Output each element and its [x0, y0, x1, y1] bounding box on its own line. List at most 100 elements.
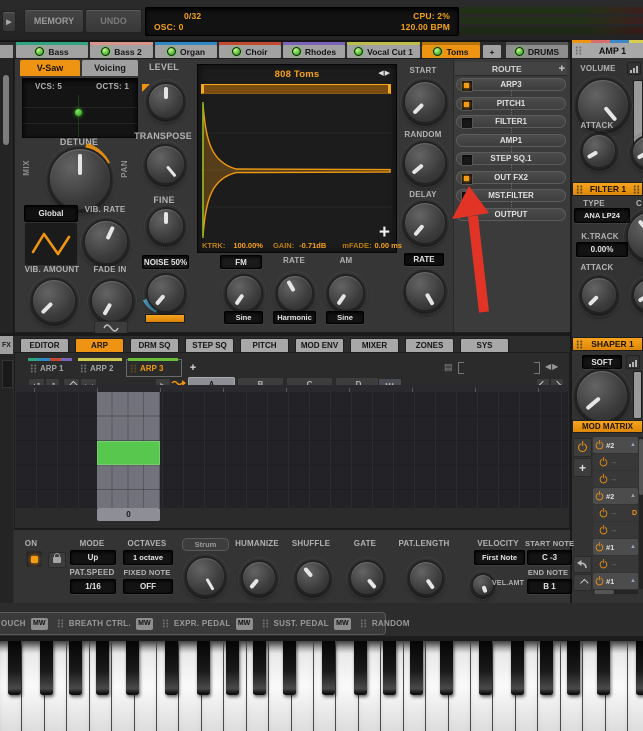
meter-mode-icon[interactable]: [626, 355, 640, 369]
black-key[interactable]: [126, 641, 140, 695]
left-scrollbar[interactable]: [3, 75, 9, 145]
voicing-xy-pad[interactable]: VCS: 5 OCTS: 1: [22, 78, 138, 138]
level-knob[interactable]: [144, 79, 188, 123]
black-key[interactable]: [96, 641, 110, 695]
start-note-select[interactable]: C -3: [527, 550, 572, 565]
matrix-slot-row[interactable]: →: [593, 556, 638, 572]
filter-type-select[interactable]: ANA LP24: [574, 208, 630, 223]
route-item-arp3[interactable]: ARP3: [456, 78, 566, 96]
route-item-amp1[interactable]: AMP1: [456, 133, 566, 152]
gain-value[interactable]: -0.71dB: [299, 241, 326, 250]
black-key[interactable]: [226, 641, 240, 695]
mode-select[interactable]: Up: [70, 550, 116, 565]
perf-control-expr-pedal[interactable]: EXPR. PEDAL MW: [161, 617, 253, 630]
pattern-prev-next-icons[interactable]: ◀▶: [545, 362, 559, 371]
route-checkbox[interactable]: [461, 117, 473, 129]
transpose-knob[interactable]: [142, 141, 189, 188]
am-wave-select[interactable]: Sine: [326, 311, 364, 324]
mw-badge[interactable]: MW: [30, 617, 48, 630]
mw-badge[interactable]: MW: [333, 617, 351, 630]
arp-on-button[interactable]: [26, 551, 42, 567]
power-icon[interactable]: [599, 509, 608, 517]
sample-prev-next-icons[interactable]: ◀▶: [378, 69, 391, 77]
noise-knob[interactable]: [143, 270, 189, 316]
drag-grip-icon[interactable]: [80, 363, 87, 373]
matrix-enable-button[interactable]: [573, 438, 592, 457]
collapsed-play-icon[interactable]: ▶: [2, 11, 16, 32]
drag-grip-icon[interactable]: [575, 46, 582, 55]
arp-add-pattern-button[interactable]: +: [186, 362, 200, 374]
humanize-knob[interactable]: [238, 557, 280, 599]
fm-wave-select[interactable]: Sine: [224, 311, 263, 324]
am-knob[interactable]: [324, 271, 368, 315]
vib-amount-knob[interactable]: [28, 275, 80, 327]
power-icon[interactable]: [595, 441, 604, 449]
lfo-scope-selector[interactable]: Global: [24, 205, 78, 222]
filter-cutoff-knob[interactable]: [623, 207, 643, 265]
xy-cursor-dot[interactable]: [75, 109, 82, 116]
black-key[interactable]: [69, 641, 83, 695]
matrix-scrollbar[interactable]: [639, 437, 643, 589]
part-tab-toms[interactable]: Toms: [422, 42, 480, 58]
fm-knob[interactable]: [222, 271, 266, 315]
fade-in-knob[interactable]: [87, 276, 137, 326]
filter-partial-knob[interactable]: [629, 275, 643, 315]
black-key[interactable]: [283, 641, 297, 695]
waveform[interactable]: [201, 96, 392, 240]
detune-knob[interactable]: [45, 144, 115, 214]
matrix-slot-row[interactable]: →: [593, 471, 638, 487]
fm-rate-wave-select[interactable]: Harmonic: [273, 311, 316, 324]
strum-knob[interactable]: [182, 553, 229, 600]
start-knob[interactable]: [400, 77, 450, 127]
route-item-step-sq-1[interactable]: STEP SQ.1: [456, 152, 566, 170]
black-key[interactable]: [597, 641, 611, 695]
ktrk-value[interactable]: 100.00%: [233, 241, 263, 250]
matrix-collapse-button[interactable]: [573, 574, 592, 591]
pat-length-knob[interactable]: [405, 557, 447, 599]
matrix-add-button[interactable]: +: [573, 458, 592, 477]
step-value-label[interactable]: 0: [97, 508, 160, 521]
black-key[interactable]: [40, 641, 54, 695]
noise-level-bar[interactable]: [145, 314, 185, 323]
power-icon[interactable]: [599, 560, 608, 568]
route-item-pitch1[interactable]: PITCH1: [456, 96, 566, 115]
latch-lock-button[interactable]: [48, 552, 66, 568]
route-checkbox[interactable]: [461, 98, 473, 111]
tab-mixer[interactable]: MIXER: [350, 338, 399, 352]
route-add-button[interactable]: +: [559, 63, 565, 75]
add-part-button[interactable]: +: [483, 45, 501, 58]
matrix-slot-row[interactable]: → D: [593, 505, 638, 521]
fm-rate-knob[interactable]: [273, 271, 317, 315]
black-key[interactable]: [636, 641, 643, 695]
matrix-hscrollbar[interactable]: [593, 590, 638, 594]
list-view-icon[interactable]: ▤: [444, 362, 453, 373]
sample-name[interactable]: 808 Toms: [198, 69, 396, 80]
perf-control-breath-ctrl-[interactable]: BREATH CTRL. MW: [56, 617, 153, 630]
pat-speed-select[interactable]: 1/16: [70, 579, 116, 594]
drag-grip-icon[interactable]: [633, 184, 640, 194]
drag-grip-icon[interactable]: [161, 619, 169, 628]
fm-button[interactable]: FM: [220, 255, 262, 269]
gate-knob[interactable]: [346, 557, 388, 599]
black-key[interactable]: [8, 641, 22, 695]
expand-triangle-icon[interactable]: ▲: [630, 578, 636, 584]
tab-step-sq[interactable]: STEP SQ: [185, 338, 234, 352]
black-key[interactable]: [197, 641, 211, 695]
tab-fx[interactable]: FX: [0, 336, 13, 354]
shaper-amount-knob[interactable]: [572, 366, 632, 426]
black-key[interactable]: [322, 641, 336, 695]
arp-pattern-tab-2[interactable]: ARP 2: [78, 358, 124, 375]
part-tab-bass-2[interactable]: Bass 2: [90, 42, 153, 58]
shuffle-knob[interactable]: [292, 557, 334, 599]
matrix-group-row[interactable]: #1 ▲: [593, 573, 638, 589]
vib-rate-knob[interactable]: [80, 216, 132, 268]
matrix-slot-row[interactable]: →: [593, 522, 638, 538]
drag-grip-icon[interactable]: [261, 619, 269, 628]
end-note-select[interactable]: B 1: [527, 579, 572, 594]
filter-header[interactable]: FILTER 1: [572, 182, 643, 196]
power-icon[interactable]: [599, 475, 608, 483]
tab-editor[interactable]: EDITOR: [20, 338, 69, 352]
black-key[interactable]: [354, 641, 368, 695]
power-icon[interactable]: [599, 458, 608, 466]
tab-zones[interactable]: ZONES: [405, 338, 454, 352]
